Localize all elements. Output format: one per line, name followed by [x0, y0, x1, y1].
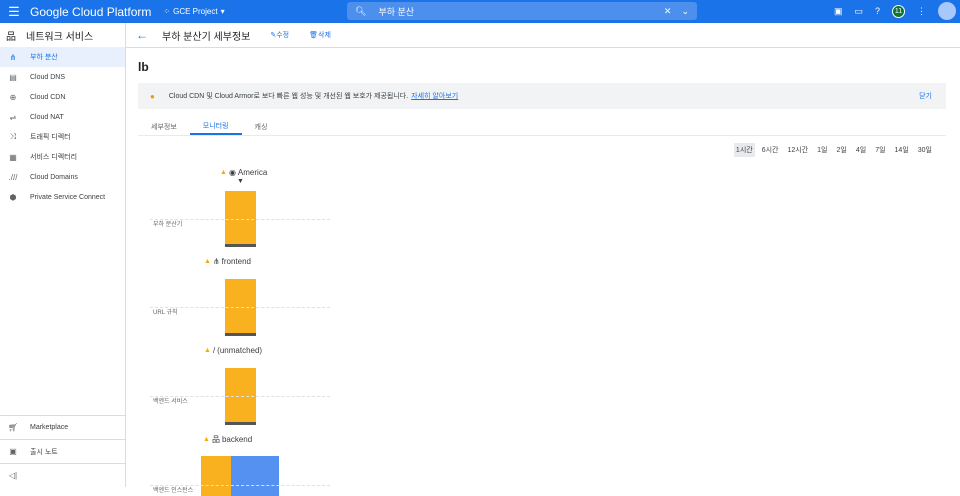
more-icon[interactable]: ⋮: [917, 6, 926, 17]
service-directory-icon: ▦: [9, 152, 17, 162]
warning-icon: ▲: [203, 436, 210, 443]
hierarchy-icon: ⋔: [212, 257, 220, 266]
sidebar-item-private-service-connect[interactable]: ⬢ Private Service Connect: [0, 187, 125, 207]
avatar[interactable]: [938, 2, 956, 20]
lightbulb-icon: ●: [150, 91, 155, 101]
load-balancer-name: lb: [138, 60, 149, 74]
row-label-load-balancer: 부하 분산기: [153, 222, 183, 228]
sidebar-item-cloud-domains[interactable]: .///Cloud Domains: [0, 167, 125, 187]
search-input[interactable]: 🔍︎ 부하 분산 ✕ ⌄: [347, 2, 697, 20]
range-1d[interactable]: 1일: [815, 143, 829, 157]
page-title: 부하 분산기 세부정보: [162, 31, 251, 43]
tab-caching[interactable]: 캐싱: [242, 118, 281, 135]
path-icon: /: [212, 346, 216, 355]
time-range-selector: 1시간 6시간 12시간 1일 2일 4일 7일 14일 30일: [733, 143, 934, 157]
tab-monitoring[interactable]: 모니터링: [189, 118, 242, 135]
node-unmatched[interactable]: ▲ / (unmatched): [204, 346, 262, 355]
cdn-icon: ⊕: [9, 92, 17, 102]
sidebar: 品 네트워크 서비스 ⋔ 부하 분산 ▤ Cloud DNS ⊕ Cloud CDN ⇌…: [0, 23, 126, 487]
clear-icon[interactable]: ✕: [664, 6, 672, 17]
caret-down-icon: ▼: [237, 178, 244, 185]
notifications-badge[interactable]: 11: [892, 4, 905, 18]
bar-backend-blue[interactable]: [231, 456, 279, 496]
cloud-shell-icon[interactable]: ▭: [854, 6, 863, 17]
node-america[interactable]: ▲ ◉ America: [220, 168, 267, 177]
warning-icon: ▲: [204, 258, 211, 265]
delete-button[interactable]: 🗑︎삭제: [309, 30, 331, 40]
chevron-down-icon: ▾: [220, 7, 225, 16]
gift-icon[interactable]: ▣: [834, 6, 843, 17]
shield-icon: ⬢: [9, 192, 17, 202]
traffic-director-icon: ⤨: [9, 132, 17, 141]
info-banner: ● Cloud CDN 및 Cloud Armor로 보다 빠른 웹 성능 및 …: [138, 83, 946, 109]
trash-icon: 🗑︎: [309, 32, 319, 39]
tabs: 세부정보 모니터링 캐싱: [138, 118, 946, 136]
release-notes-icon: ▣: [9, 447, 17, 456]
traffic-flow-diagram: ▲ ◉ America ▼ 부하 분산기 ▲ ⋔ frontend URL 규칙 ▲ /(…: [140, 160, 340, 496]
page-header: ← 부하 분산기 세부정보 ✎수정 🗑︎삭제: [126, 23, 960, 48]
dns-icon: ▤: [9, 72, 17, 82]
project-selector[interactable]: ⁘ GCE Project ▾: [163, 7, 224, 16]
brand[interactable]: Google Cloud Platform: [30, 5, 151, 19]
search-icon: 🔍︎: [355, 5, 367, 16]
collapse-icon: ◁|: [8, 471, 18, 480]
row-label-backend-instance: 백엔드 인스턴스: [153, 488, 194, 494]
back-arrow-icon[interactable]: ←: [136, 28, 148, 42]
row-label-backend-service: 백엔드 서비스: [153, 399, 188, 405]
learn-more-link[interactable]: 자세히 알아보기: [411, 91, 458, 101]
sidebar-item-traffic-director[interactable]: ⤨ 트래픽 디렉터: [0, 127, 125, 147]
row-label-url-map: URL 규칙: [153, 310, 178, 316]
range-4d[interactable]: 4일: [854, 143, 868, 157]
warning-icon: ▲: [220, 169, 227, 176]
range-30d[interactable]: 30일: [916, 143, 934, 157]
bar-backend-yellow[interactable]: [201, 456, 231, 496]
help-icon[interactable]: ?: [875, 6, 880, 16]
sidebar-item-cloud-nat[interactable]: ⇌ Cloud NAT: [0, 107, 125, 127]
range-12h[interactable]: 12시간: [785, 143, 810, 157]
sidebar-item-release-notes[interactable]: ▣ 출시 노트: [0, 439, 125, 463]
range-14d[interactable]: 14일: [893, 143, 911, 157]
globe-icon: ◉: [228, 168, 236, 177]
range-7d[interactable]: 7일: [873, 143, 887, 157]
collapse-sidebar-button[interactable]: ◁|: [0, 463, 125, 487]
load-balancing-icon: ⋔: [9, 52, 17, 62]
range-2d[interactable]: 2일: [835, 143, 849, 157]
sidebar-title: 네트워크 서비스: [26, 31, 94, 43]
nat-icon: ⇌: [9, 112, 17, 122]
cart-icon: 🛒︎: [8, 423, 19, 432]
dismiss-button[interactable]: 닫기: [919, 91, 932, 101]
top-bar: ☰ Google Cloud Platform ⁘ GCE Project ▾ 🔍︎…: [0, 0, 960, 23]
network-services-icon: 品: [6, 31, 16, 43]
main-content: lb ● Cloud CDN 및 Cloud Armor로 보다 빠른 웹 성능…: [138, 48, 946, 157]
sidebar-item-marketplace[interactable]: 🛒︎ Marketplace: [0, 415, 125, 439]
node-backend[interactable]: ▲ 品 backend: [203, 434, 252, 445]
project-icon: ⁘: [163, 7, 171, 16]
edit-button[interactable]: ✎수정: [270, 30, 289, 40]
sidebar-item-cloud-dns[interactable]: ▤ Cloud DNS: [0, 67, 125, 87]
sidebar-item-load-balancing[interactable]: ⋔ 부하 분산: [0, 47, 125, 67]
instance-group-icon: 品: [211, 435, 220, 444]
warning-icon: ▲: [204, 347, 211, 354]
range-6h[interactable]: 6시간: [760, 143, 781, 157]
sidebar-item-service-directory[interactable]: ▦ 서비스 디렉터리: [0, 147, 125, 167]
range-1h[interactable]: 1시간: [733, 143, 755, 157]
domains-icon: .///: [8, 172, 18, 182]
tab-details[interactable]: 세부정보: [138, 118, 190, 135]
menu-icon[interactable]: ☰: [0, 4, 28, 20]
sidebar-item-cloud-cdn[interactable]: ⊕ Cloud CDN: [0, 87, 125, 107]
node-frontend[interactable]: ▲ ⋔ frontend: [204, 257, 251, 266]
chevron-down-icon[interactable]: ⌄: [681, 6, 689, 17]
